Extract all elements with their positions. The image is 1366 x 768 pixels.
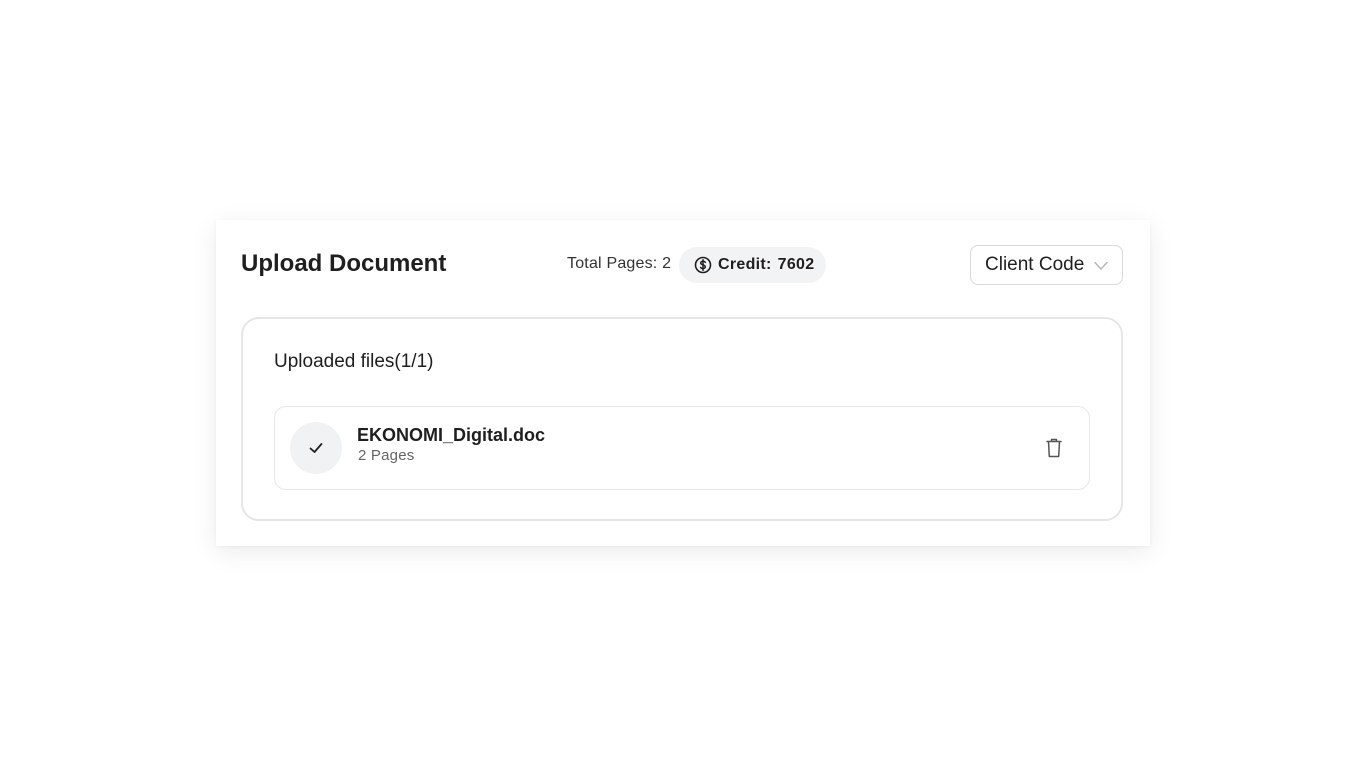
total-pages-value: 2 (662, 255, 672, 272)
trash-icon[interactable] (1043, 437, 1065, 459)
total-pages-label: Total Pages: (567, 255, 658, 272)
credit-value: 7602 (777, 256, 815, 273)
file-list-item: EKONOMI_Digital.doc 2 Pages (274, 406, 1090, 490)
page-title: Upload Document (241, 250, 447, 277)
check-icon (307, 439, 325, 457)
uploaded-files-heading: Uploaded files(1/1) (274, 351, 434, 372)
file-name: EKONOMI_Digital.doc (357, 425, 546, 445)
credit-label: Credit: (718, 256, 772, 273)
uploaded-files-section: Uploaded files(1/1) EKONOMI_Digital.doc … (241, 317, 1123, 521)
client-code-select[interactable]: Client Code (970, 245, 1123, 285)
upload-status (290, 422, 342, 474)
file-page-count: 2 Pages (358, 447, 415, 464)
client-code-placeholder: Client Code (985, 254, 1085, 275)
dollar-circle-icon (694, 256, 712, 274)
chevron-down-icon (1093, 258, 1109, 274)
credit-badge: Credit: 7602 (679, 247, 826, 283)
total-pages-indicator: Total Pages: 2 (567, 255, 671, 273)
upload-document-panel: Upload Document Total Pages: 2 Credit: 7… (216, 220, 1150, 546)
